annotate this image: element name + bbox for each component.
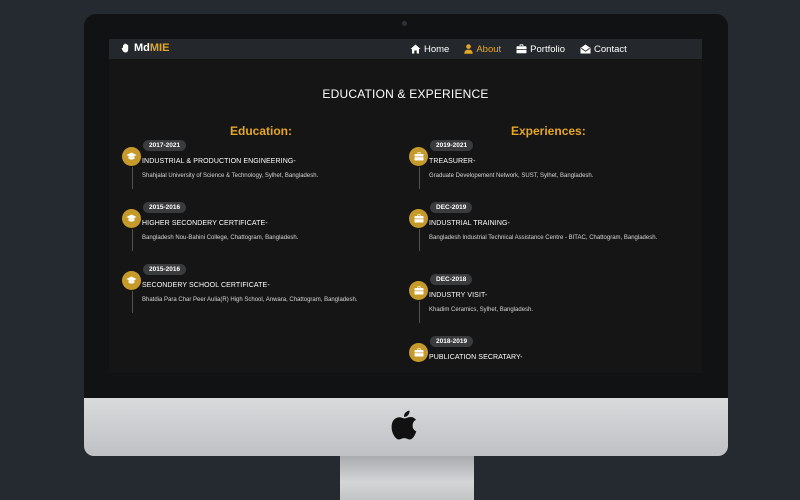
item-date: DEC-2019	[430, 202, 473, 213]
item-description: Graduate Developement Network, SUST, Syl…	[429, 173, 594, 179]
brand-accent: MIE	[149, 42, 170, 54]
website-screen: Md MIE Home About Portfolio Contact EDUC…	[109, 39, 702, 373]
brand-prefix: Md	[134, 42, 150, 54]
timeline-connector	[132, 291, 133, 313]
graduation-cap-icon	[122, 271, 141, 290]
timeline-connector	[419, 301, 420, 323]
timeline-connector	[419, 167, 420, 189]
item-date: 2018-2019	[430, 336, 474, 347]
timeline-connector	[132, 229, 133, 251]
imac-chin	[84, 398, 728, 456]
brand-logo[interactable]: Md MIE	[121, 42, 169, 54]
apple-logo-icon	[391, 410, 417, 440]
briefcase-icon	[409, 343, 428, 362]
item-title: INDUSTRY VISIT-	[429, 292, 488, 299]
section-title: EDUCATION & EXPERIENCE	[322, 87, 489, 101]
graduation-cap-icon	[122, 209, 141, 228]
envelope-open-icon	[580, 44, 591, 54]
navbar: Md MIE Home About Portfolio Contact	[109, 39, 702, 59]
imac-stand	[340, 456, 474, 500]
item-title: SECONDERY SCHOOL CERTIFICATE-	[142, 282, 270, 289]
nav-home[interactable]: Home	[410, 44, 449, 55]
item-title: INDUSTRIAL TRAINING-	[429, 220, 510, 227]
graduation-cap-icon	[122, 147, 141, 166]
nav-portfolio[interactable]: Portfolio	[516, 44, 565, 55]
item-date: 2017-2021	[143, 140, 187, 151]
item-date: 2015-2016	[143, 264, 187, 275]
item-title: HIGHER SECONDERY CERTIFICATE-	[142, 220, 268, 227]
nav-portfolio-label: Portfolio	[530, 43, 566, 55]
timeline-connector	[132, 167, 133, 189]
item-title: PUBLICATION SECRATARY-	[429, 354, 523, 361]
nav-home-label: Home	[424, 43, 450, 55]
briefcase-icon	[516, 44, 527, 54]
item-date: DEC-2018	[430, 274, 473, 285]
briefcase-icon	[409, 147, 428, 166]
briefcase-icon	[409, 209, 428, 228]
nav-contact-label: Contact	[594, 43, 627, 55]
item-description: Bangladesh Industrial Technical Assistan…	[429, 235, 658, 241]
briefcase-icon	[409, 281, 428, 300]
item-description: Bangladesh Nou-Bahini College, Chattogra…	[142, 235, 299, 241]
item-date: 2019-2021	[430, 140, 474, 151]
item-title: INDUSTRIAL & PRODUCTION ENGINEERING-	[142, 158, 296, 165]
item-description: Bhatdia Para Char Peer Aulia(R) High Sch…	[142, 297, 358, 303]
item-description: Shahjalal University of Science & Techno…	[142, 173, 319, 179]
item-title: TREASURER-	[429, 158, 476, 165]
timeline-connector	[419, 229, 420, 251]
education-heading: Education:	[230, 124, 292, 138]
home-icon	[410, 44, 421, 54]
nav-about[interactable]: About	[464, 44, 501, 55]
user-icon	[464, 44, 474, 54]
item-date: 2015-2016	[143, 202, 187, 213]
camera-dot	[402, 21, 407, 26]
nav-links: Home About Portfolio Contact	[410, 39, 642, 59]
nav-about-label: About	[476, 43, 502, 55]
hand-icon	[121, 43, 129, 53]
item-description: Khadim Ceramics, Sylhet, Bangladesh.	[429, 307, 534, 313]
experience-heading: Experiences:	[511, 124, 586, 138]
nav-contact[interactable]: Contact	[580, 44, 627, 55]
